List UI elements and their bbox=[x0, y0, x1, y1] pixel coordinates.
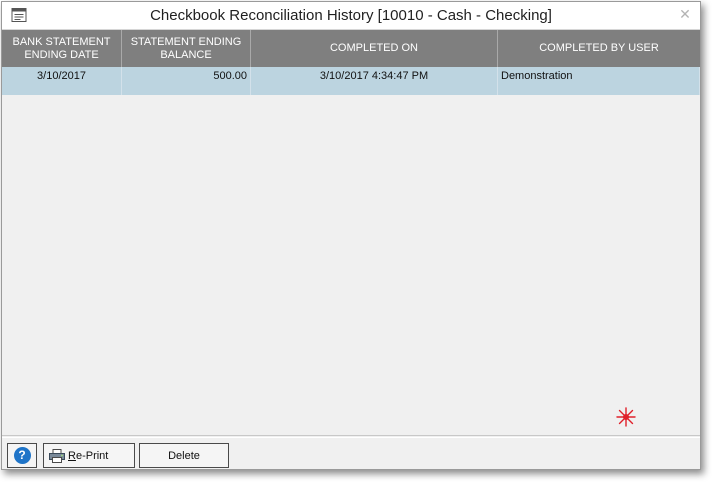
cell-completed-by: Demonstration bbox=[498, 67, 700, 95]
printer-icon bbox=[49, 448, 65, 463]
history-grid: BANK STATEMENT ENDING DATE STATEMENT END… bbox=[2, 30, 700, 435]
column-header-completed-on[interactable]: COMPLETED ON bbox=[251, 30, 498, 67]
cursor-highlight-icon bbox=[616, 407, 636, 427]
help-button[interactable]: ? bbox=[7, 443, 37, 468]
help-icon: ? bbox=[13, 447, 31, 464]
column-header-ending-balance[interactable]: STATEMENT ENDING BALANCE bbox=[122, 30, 251, 67]
cell-ending-date: 3/10/2017 bbox=[2, 67, 122, 95]
cell-ending-balance: 500.00 bbox=[122, 67, 251, 95]
grid-header-row: BANK STATEMENT ENDING DATE STATEMENT END… bbox=[2, 30, 700, 67]
window-title: Checkbook Reconciliation History [10010 … bbox=[150, 7, 552, 24]
button-bar: ? Re-Print Delete bbox=[2, 435, 700, 469]
reconciliation-history-window: Checkbook Reconciliation History [10010 … bbox=[1, 1, 701, 470]
column-header-ending-date[interactable]: BANK STATEMENT ENDING DATE bbox=[2, 30, 122, 67]
cell-completed-on: 3/10/2017 4:34:47 PM bbox=[251, 67, 498, 95]
delete-button[interactable]: Delete bbox=[139, 443, 229, 468]
close-icon[interactable]: ✕ bbox=[676, 6, 694, 24]
column-header-completed-by[interactable]: COMPLETED BY USER bbox=[498, 30, 700, 67]
title-bar: Checkbook Reconciliation History [10010 … bbox=[2, 2, 700, 30]
reprint-button[interactable]: Re-Print bbox=[43, 443, 135, 468]
reprint-label: Re-Print bbox=[68, 449, 109, 462]
table-row[interactable]: 3/10/2017 500.00 3/10/2017 4:34:47 PM De… bbox=[2, 67, 700, 95]
